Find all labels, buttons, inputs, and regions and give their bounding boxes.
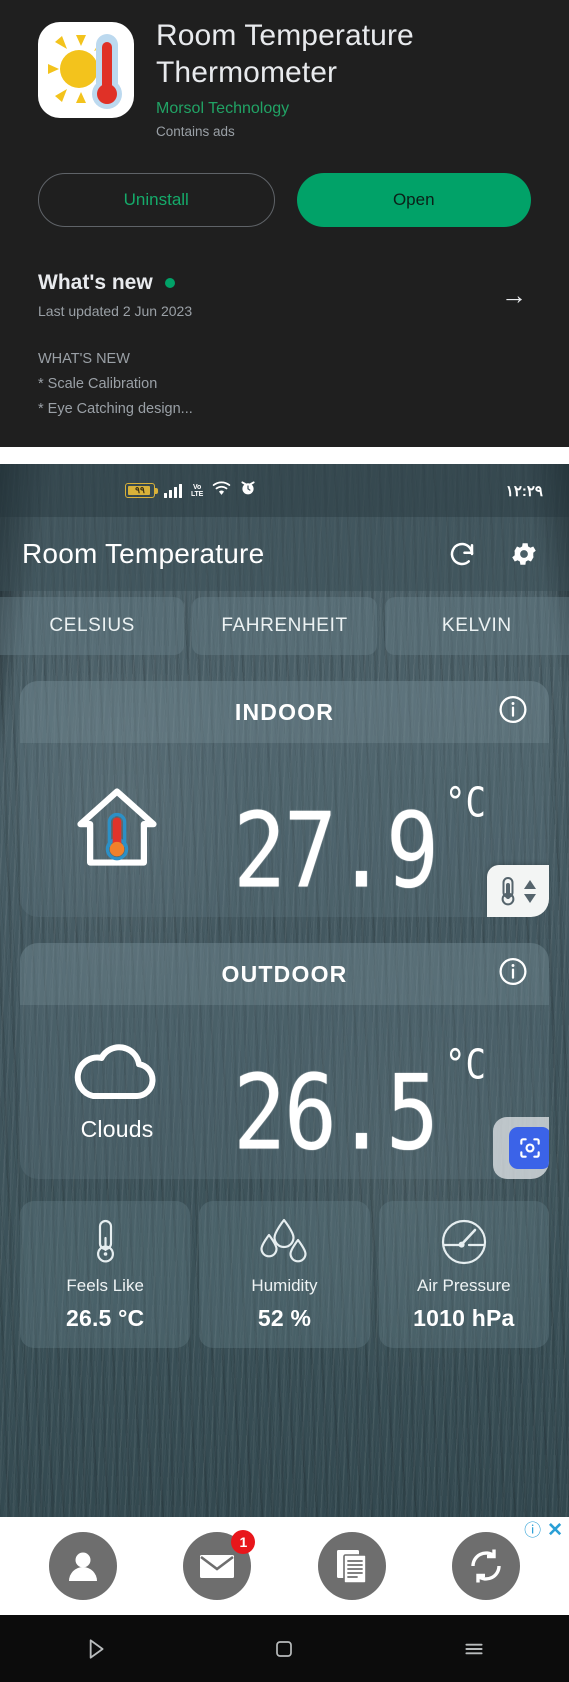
screenshot-root: Room Temperature Thermometer Morsol Tech… <box>0 0 569 1682</box>
arrow-right-icon[interactable]: → <box>501 282 531 308</box>
water-drops-icon <box>256 1217 312 1267</box>
app-header: Room Temperature Thermometer Morsol Tech… <box>38 19 531 140</box>
status-bar: ٩٩ Vo LTE ١٢:٢٩ <box>0 464 569 517</box>
ad-info-icon[interactable]: ⓘ <box>524 1522 541 1539</box>
updown-arrows-icon <box>523 880 536 903</box>
metric-value: 1010 hPa <box>413 1305 515 1331</box>
indoor-reading: 27.9 °C <box>192 773 527 902</box>
app-icon <box>38 22 134 118</box>
status-bar-icons: ٩٩ Vo LTE <box>125 480 256 501</box>
status-bar-clock: ١٢:٢٩ <box>505 482 543 500</box>
outdoor-title: OUTDOOR <box>221 960 348 987</box>
app-bar: Room Temperature <box>0 517 569 591</box>
app-bar-title: Room Temperature <box>22 538 265 569</box>
metric-label: Feels Like <box>66 1276 144 1295</box>
metric-value: 26.5 °C <box>65 1305 145 1331</box>
thermometer-icon <box>90 1217 120 1267</box>
outdoor-card: OUTDOOR Clouds 26.5 °C <box>20 943 549 1179</box>
battery-icon: ٩٩ <box>125 483 158 498</box>
new-indicator-dot <box>164 278 175 289</box>
info-icon[interactable] <box>497 694 529 731</box>
outdoor-condition-group: Clouds <box>42 1041 192 1143</box>
envelope-icon <box>200 1555 235 1578</box>
panel-divider <box>0 447 569 464</box>
ad-item-mail[interactable]: 1 <box>183 1530 256 1600</box>
scan-icon <box>509 1127 549 1169</box>
indoor-temperature-unit: °C <box>444 779 486 828</box>
cloud-icon <box>67 1041 167 1108</box>
battery-level-label: ٩٩ <box>135 485 145 495</box>
volte-icon: Vo LTE <box>191 483 204 498</box>
metric-humidity: Humidity 52 % <box>199 1201 370 1348</box>
ad-item-documents[interactable] <box>317 1532 386 1600</box>
release-note-line: * Eye Catching design... <box>38 401 193 418</box>
gear-icon[interactable] <box>509 539 539 569</box>
back-triangle-icon[interactable] <box>55 1626 135 1672</box>
signal-bars-icon <box>164 483 182 498</box>
metric-label: Humidity <box>251 1276 318 1295</box>
home-square-icon[interactable] <box>244 1626 324 1672</box>
info-icon[interactable] <box>497 956 529 993</box>
tab-celsius[interactable]: CELSIUS <box>0 597 185 655</box>
whats-new-text: What's new Last updated 2 Jun 2023 <box>38 271 192 319</box>
metric-air-pressure: Air Pressure 1010 hPa <box>378 1201 549 1348</box>
outdoor-temperature-unit: °C <box>444 1041 486 1090</box>
sync-icon <box>471 1549 501 1583</box>
play-store-panel: Room Temperature Thermometer Morsol Tech… <box>0 0 569 447</box>
release-notes: WHAT'S NEW * Scale Calibration * Eye Cat… <box>38 347 531 422</box>
weather-metrics: Feels Like 26.5 °C Humidity 52 % Air Pre… <box>20 1201 549 1348</box>
scan-button[interactable] <box>493 1117 549 1179</box>
release-note-line: WHAT'S NEW <box>38 351 130 368</box>
house-thermometer-icon <box>69 780 165 881</box>
metric-label: Air Pressure <box>417 1276 511 1295</box>
app-title: Room Temperature Thermometer <box>156 19 414 89</box>
indoor-temperature-value: 27.9 <box>233 789 439 912</box>
ad-badge-count: 1 <box>231 1530 256 1554</box>
ad-item-profile[interactable] <box>49 1532 118 1600</box>
person-icon <box>69 1552 98 1581</box>
outdoor-reading: 26.5 °C <box>192 1035 527 1164</box>
ad-controls: ⓘ ✕ <box>524 1521 563 1540</box>
release-note-line: * Scale Calibration <box>38 376 158 393</box>
whats-new-row[interactable]: What's new Last updated 2 Jun 2023 → <box>38 271 531 319</box>
app-developer[interactable]: Morsol Technology <box>156 100 531 118</box>
whats-new-title: What's new <box>38 271 153 295</box>
recents-icon[interactable] <box>434 1626 514 1672</box>
alarm-icon <box>240 480 256 501</box>
open-button[interactable]: Open <box>296 173 531 228</box>
ad-close-icon[interactable]: ✕ <box>547 1521 563 1540</box>
ad-banner: 1 ⓘ ✕ <box>0 1517 569 1615</box>
ad-item-sync[interactable] <box>451 1532 520 1600</box>
outdoor-condition-label: Clouds <box>80 1116 154 1142</box>
indoor-card-body: 27.9 °C <box>20 743 549 917</box>
tab-fahrenheit[interactable]: FAHRENHEIT <box>192 597 377 655</box>
calibrate-button[interactable] <box>487 865 549 917</box>
metric-value: 52 % <box>257 1305 312 1331</box>
thermometer-calibrate-icon <box>501 877 514 906</box>
outdoor-card-body: Clouds 26.5 °C <box>20 1005 549 1179</box>
last-updated-label: Last updated 2 Jun 2023 <box>38 303 193 320</box>
android-nav-bar <box>0 1615 569 1682</box>
outdoor-card-header: OUTDOOR <box>20 943 549 1005</box>
indoor-card-header: INDOOR <box>20 681 549 743</box>
metric-feels-like: Feels Like 26.5 °C <box>20 1201 191 1348</box>
outdoor-temperature-value: 26.5 <box>233 1051 439 1174</box>
refresh-icon[interactable] <box>447 539 477 569</box>
store-action-buttons: Uninstall Open <box>38 173 531 228</box>
documents-icon <box>336 1550 367 1584</box>
tab-kelvin[interactable]: KELVIN <box>384 597 569 655</box>
contains-ads-label: Contains ads <box>156 124 235 140</box>
app-screenshot: ٩٩ Vo LTE ١٢:٢٩ Room Temperature CELSIUS… <box>0 464 569 1615</box>
uninstall-button[interactable]: Uninstall <box>38 173 275 228</box>
indoor-title: INDOOR <box>234 698 335 725</box>
unit-tabs: CELSIUS FAHRENHEIT KELVIN <box>0 591 569 655</box>
gauge-icon <box>439 1217 489 1267</box>
wifi-icon <box>212 480 231 501</box>
indoor-card: INDOOR 27.9 °C <box>20 681 549 917</box>
indoor-icon-group <box>42 780 192 881</box>
